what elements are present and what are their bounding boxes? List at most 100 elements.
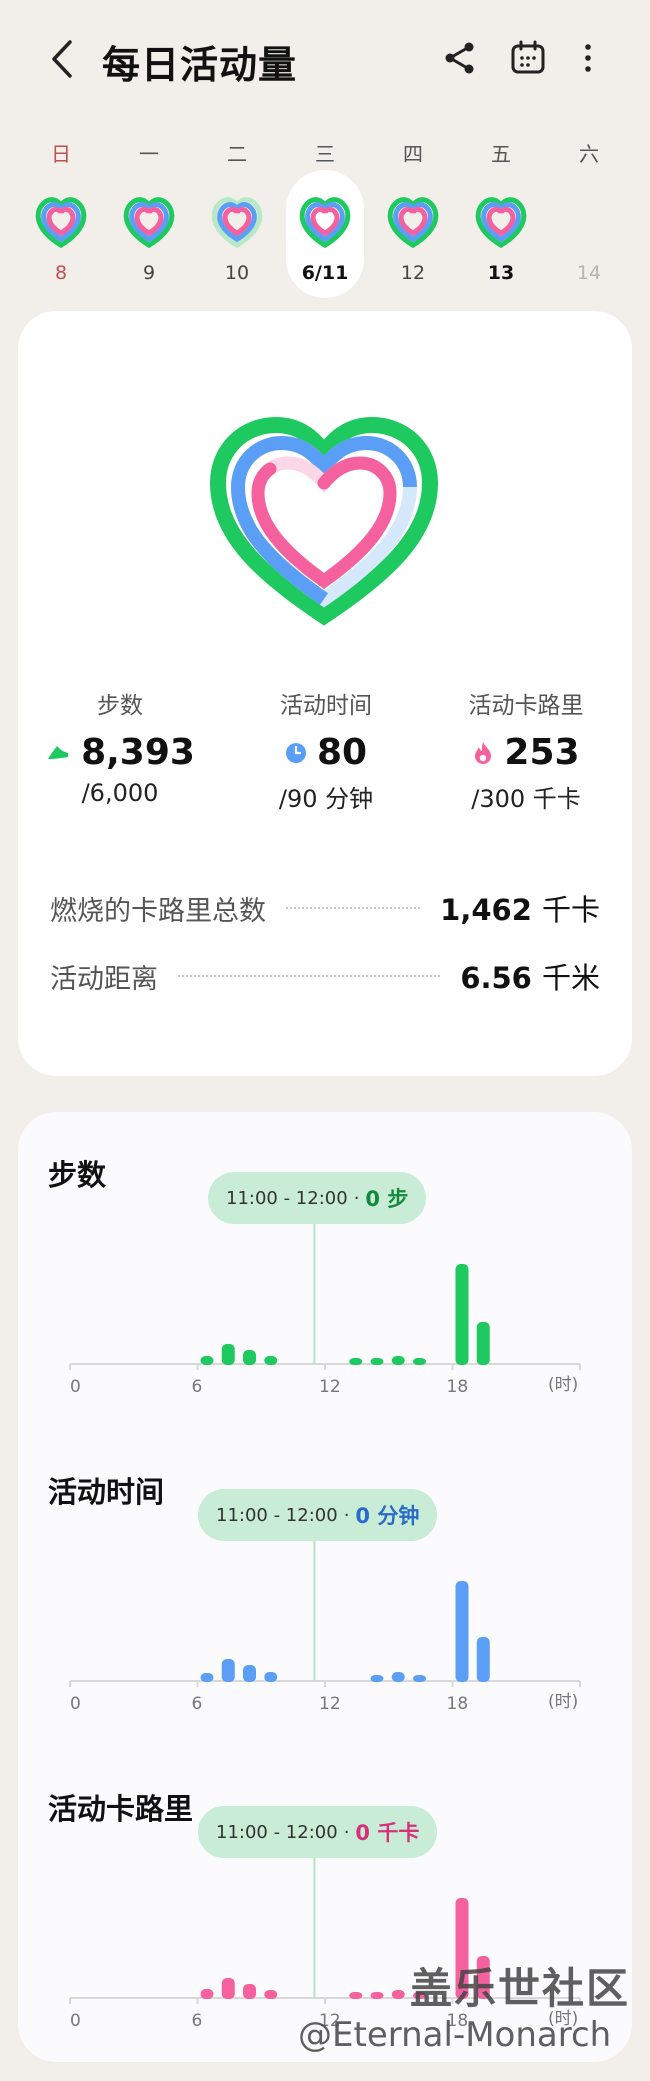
chart-bar[interactable] (243, 1350, 256, 1365)
chart-bar[interactable] (391, 1672, 405, 1682)
week-strip: 日 8 一 9 二 10 三 6/11 四 12 五 13 六 14 (0, 120, 650, 300)
chart-bar[interactable] (200, 1989, 214, 1999)
chart-bar[interactable] (264, 1672, 278, 1682)
x-tick-label: 6 (192, 2011, 203, 2031)
tooltip-sep: · (343, 1821, 350, 1843)
activity-heart-icon (209, 416, 439, 626)
day-name: 日 (51, 142, 71, 166)
day-heart-ring-icon (211, 197, 263, 249)
day-5[interactable]: 五 13 (461, 130, 541, 290)
chart-bar[interactable] (221, 1344, 235, 1365)
chart-bar[interactable] (221, 1978, 235, 1999)
x-tick-label: 0 (70, 2011, 81, 2031)
chart-bar[interactable] (200, 1356, 214, 1365)
chart-bar[interactable] (413, 1675, 426, 1682)
clock-icon (285, 742, 306, 763)
chevron-left-icon[interactable] (44, 36, 80, 82)
calendar-icon[interactable] (508, 38, 548, 78)
time-tooltip: 11:00 - 12:00 · 0 分钟 (198, 1489, 438, 1541)
chart-bar[interactable] (370, 1675, 384, 1682)
day-heart-ring-icon (387, 197, 439, 249)
day-number: 10 (224, 262, 250, 284)
more-vertical-icon[interactable] (568, 38, 608, 78)
tooltip-value: 0 步 (365, 1187, 409, 1211)
cal-tooltip: 11:00 - 12:00 · 0 千卡 (198, 1806, 438, 1858)
x-tick-label: 18 (447, 1377, 469, 1397)
shoe-icon (48, 745, 69, 759)
chart-bar[interactable] (264, 1990, 278, 1999)
steps-goal: /6,000 (81, 779, 159, 807)
tooltip-sep: · (353, 1187, 360, 1209)
active-cal-stat[interactable]: 活动卡路里 253 /300 千卡 (426, 686, 626, 814)
x-tick-label: 0 (70, 1694, 81, 1714)
x-tick-label: 18 (447, 1694, 469, 1714)
active-time-value: 80 (316, 732, 368, 773)
tooltip-range: 11:00 - 12:00 (216, 1504, 338, 1526)
day-0[interactable]: 日8 (21, 130, 101, 290)
steps-stat[interactable]: 步数 8,393 /6,000 (20, 686, 220, 807)
active-time-bar-chart[interactable]: 0 6 12 18 (时) (18, 1541, 632, 1761)
share-icon[interactable] (440, 38, 480, 78)
chart-bar[interactable] (264, 1356, 278, 1365)
chart-bar[interactable] (243, 1984, 256, 1999)
day-number: 12 (400, 262, 426, 284)
x-tick-label: 6 (192, 1694, 203, 1714)
steps-value: 8,393 (81, 732, 195, 773)
hourly-charts-card: 步数 11:00 - 12:00 · 0 步 0 6 12 18 (时) 活动时间 11… (18, 1112, 632, 2062)
day-1[interactable]: 一9 (109, 130, 189, 290)
app-header: 每日活动量 (0, 0, 650, 120)
day-name: 一 (139, 142, 159, 166)
chart-bar[interactable] (476, 1637, 490, 1682)
steps-label: 步数 (97, 693, 143, 719)
chart-bar[interactable] (200, 1673, 214, 1682)
dotted-leader (178, 975, 441, 977)
cal-chart-title: 活动卡路里 (48, 1792, 194, 1826)
tooltip-range: 11:00 - 12:00 (216, 1821, 338, 1843)
chart-bar[interactable] (391, 1356, 405, 1365)
time-chart-title: 活动时间 (48, 1475, 165, 1509)
day-heart-ring-icon (123, 197, 175, 249)
day-3[interactable]: 三 6/11 (285, 130, 365, 290)
active-cal-label: 活动卡路里 (468, 693, 584, 719)
steps-bar-chart[interactable]: 0 6 12 18 (时) (18, 1224, 632, 1444)
chart-bar[interactable] (221, 1659, 235, 1682)
distance-label: 活动距离 (50, 963, 158, 995)
active-time-goal: /90 分钟 (278, 785, 374, 813)
x-tick-label: 6 (192, 1377, 203, 1397)
dotted-leader (286, 907, 421, 909)
active-time-stat[interactable]: 活动时间 80 /90 分钟 (226, 686, 426, 814)
flame-icon (475, 741, 492, 764)
chart-bar[interactable] (391, 1990, 405, 1999)
x-tick-label: 12 (319, 1377, 341, 1397)
day-number: 9 (142, 262, 156, 284)
day-number: 13 (487, 262, 515, 284)
day-4[interactable]: 四 12 (373, 130, 453, 290)
day-name: 二 (227, 142, 247, 166)
chart-bar[interactable] (455, 1264, 469, 1365)
day-name: 五 (491, 142, 511, 166)
chart-bar[interactable] (455, 1581, 469, 1682)
distance-unit: 千米 (541, 961, 600, 995)
x-tick-label: 0 (70, 1377, 81, 1397)
x-axis-unit: (时) (548, 1375, 578, 1395)
chart-bar[interactable] (476, 1322, 490, 1365)
chart-bar[interactable] (243, 1665, 256, 1682)
day-name: 四 (403, 142, 423, 166)
day-number: 6/11 (301, 262, 349, 284)
day-number: 14 (576, 262, 602, 284)
active-cal-value: 253 (504, 732, 580, 773)
x-axis-unit: (时) (548, 1692, 578, 1712)
chart-bar[interactable] (370, 1358, 384, 1365)
chart-bar[interactable] (349, 1992, 363, 1999)
chart-bar[interactable] (370, 1992, 384, 1999)
steps-chart-title: 步数 (48, 1158, 107, 1192)
chart-bar[interactable] (413, 1358, 426, 1365)
tooltip-value: 0 千卡 (355, 1821, 420, 1845)
distance-row: 活动距离 6.56 千米 (50, 954, 600, 998)
watermark-logo-text: 盖乐世社区 (410, 1964, 631, 2013)
steps-tooltip: 11:00 - 12:00 · 0 步 (208, 1172, 427, 1224)
total-calories-row: 燃烧的卡路里总数 1,462 千卡 (50, 886, 600, 930)
tooltip-value: 0 分钟 (355, 1504, 420, 1528)
chart-bar[interactable] (349, 1358, 363, 1365)
day-2[interactable]: 二 10 (197, 130, 277, 290)
